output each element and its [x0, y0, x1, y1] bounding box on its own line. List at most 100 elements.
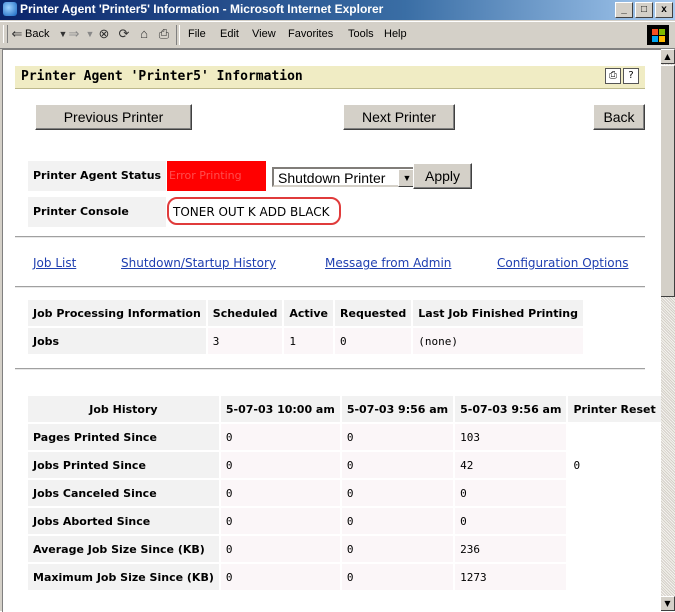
menu-help[interactable]: Help — [384, 28, 407, 40]
back-page-button[interactable]: Back — [593, 104, 645, 130]
minimize-button[interactable]: _ — [615, 2, 633, 18]
status-label: Printer Agent Status — [28, 161, 166, 191]
table-cell: 3 — [207, 328, 283, 354]
window-title: Printer Agent 'Printer5' Information - M… — [20, 2, 384, 16]
column-header: Scheduled — [207, 300, 283, 326]
back-arrow-icon[interactable]: ⇐ — [9, 26, 25, 42]
table-cell: 0 — [220, 452, 340, 478]
table-cell: 0 — [455, 480, 567, 506]
table-cell: 0 — [341, 480, 454, 506]
column-header: Printer Reset — [568, 396, 661, 422]
table-cell: 103 — [455, 424, 567, 450]
table-cell: 0 — [455, 508, 567, 534]
console-display: TONER OUT K ADD BLACK — [167, 197, 341, 225]
table-cell: 1 — [284, 328, 334, 354]
table-cell: 0 — [220, 424, 340, 450]
home-icon[interactable]: ⌂ — [136, 26, 152, 42]
shutdown-history-link[interactable]: Shutdown/Startup History — [121, 256, 276, 270]
previous-printer-button[interactable]: Previous Printer — [35, 104, 192, 130]
vertical-scrollbar[interactable]: ▲ ▼ — [660, 49, 675, 611]
next-printer-button[interactable]: Next Printer — [343, 104, 455, 130]
print-icon[interactable]: ⎙ — [156, 26, 172, 42]
row-label: Average Job Size Since (KB) — [28, 536, 219, 562]
table-header-row: Job History 5-07-03 10:00 am 5-07-03 9:5… — [28, 396, 661, 422]
stop-icon[interactable]: ⊗ — [96, 26, 112, 42]
column-header: Job History — [28, 396, 219, 422]
ie-icon — [3, 2, 17, 16]
row-label: Jobs Canceled Since — [28, 480, 219, 506]
divider — [15, 286, 645, 288]
table-row: Average Job Size Since (KB) 0 0 236 — [28, 536, 661, 562]
windows-logo-icon — [647, 25, 669, 45]
table-cell: 0 — [568, 452, 661, 478]
table-cell: 0 — [335, 328, 412, 354]
table-cell: 0 — [341, 564, 454, 590]
table-cell: 0 — [341, 508, 454, 534]
table-header-row: Job Processing Information Scheduled Act… — [28, 300, 583, 326]
menu-tools[interactable]: Tools — [348, 28, 374, 40]
table-cell: 236 — [455, 536, 567, 562]
message-admin-link[interactable]: Message from Admin — [325, 256, 451, 270]
table-cell — [568, 508, 661, 534]
close-button[interactable]: x — [655, 2, 673, 18]
toolbar-separator — [176, 25, 180, 45]
table-cell — [568, 536, 661, 562]
row-label: Maximum Job Size Since (KB) — [28, 564, 219, 590]
maximize-button[interactable]: □ — [635, 2, 653, 18]
browser-toolbar: ⇐ Back ▼ ⇒ ▼ ⊗ ⟳ ⌂ ⎙ File Edit View Favo… — [0, 21, 675, 49]
table-cell: 0 — [220, 564, 340, 590]
job-history-table: Job History 5-07-03 10:00 am 5-07-03 9:5… — [26, 394, 661, 592]
column-header: Job Processing Information — [28, 300, 206, 326]
table-cell — [568, 564, 661, 590]
column-header: 5-07-03 10:00 am — [220, 396, 340, 422]
status-badge: Error Printing — [167, 161, 266, 191]
back-button[interactable]: Back — [25, 28, 49, 40]
apply-button[interactable]: Apply — [413, 163, 472, 189]
printer-action-select[interactable]: Shutdown Printer ▼ — [272, 167, 418, 187]
help-icon[interactable]: ? — [623, 68, 639, 84]
row-label: Jobs Aborted Since — [28, 508, 219, 534]
menu-view[interactable]: View — [252, 28, 276, 40]
refresh-icon[interactable]: ⟳ — [116, 26, 132, 42]
row-label: Jobs Printed Since — [28, 452, 219, 478]
menu-edit[interactable]: Edit — [220, 28, 239, 40]
console-label: Printer Console — [28, 197, 166, 227]
table-cell: (none) — [413, 328, 583, 354]
configuration-options-link[interactable]: Configuration Options — [497, 256, 629, 270]
table-row: Jobs Printed Since 0 0 42 0 — [28, 452, 661, 478]
scroll-thumb[interactable] — [660, 65, 675, 297]
column-header: Active — [284, 300, 334, 326]
table-cell: 0 — [341, 536, 454, 562]
divider — [15, 368, 645, 370]
table-cell: 0 — [220, 508, 340, 534]
page-header: Printer Agent 'Printer5' Information ⎙ ? — [15, 66, 645, 89]
printer-action-value: Shutdown Printer — [278, 170, 386, 186]
table-row: Maximum Job Size Since (KB) 0 0 1273 — [28, 564, 661, 590]
row-label: Pages Printed Since — [28, 424, 219, 450]
column-header: Last Job Finished Printing — [413, 300, 583, 326]
table-cell — [568, 424, 661, 450]
job-list-link[interactable]: Job List — [33, 256, 76, 270]
row-label: Jobs — [28, 328, 206, 354]
table-cell: 1273 — [455, 564, 567, 590]
scroll-up-icon[interactable]: ▲ — [660, 49, 675, 64]
column-header: Requested — [335, 300, 412, 326]
menu-file[interactable]: File — [188, 28, 206, 40]
title-bar: Printer Agent 'Printer5' Information - M… — [0, 0, 675, 20]
column-header: 5-07-03 9:56 am — [341, 396, 454, 422]
divider — [15, 236, 645, 238]
page-title: Printer Agent 'Printer5' Information — [21, 69, 303, 84]
table-row: Pages Printed Since 0 0 103 — [28, 424, 661, 450]
printer-icon[interactable]: ⎙ — [605, 68, 621, 84]
table-cell: 0 — [220, 536, 340, 562]
table-row: Jobs Canceled Since 0 0 0 — [28, 480, 661, 506]
column-header: 5-07-03 9:56 am — [455, 396, 567, 422]
menu-favorites[interactable]: Favorites — [288, 28, 333, 40]
scroll-down-icon[interactable]: ▼ — [660, 596, 675, 611]
toolbar-grip — [3, 25, 8, 43]
forward-arrow-icon[interactable]: ⇒ — [66, 26, 82, 42]
job-processing-table: Job Processing Information Scheduled Act… — [26, 298, 585, 356]
table-cell: 0 — [341, 452, 454, 478]
table-cell: 42 — [455, 452, 567, 478]
browser-window: Printer Agent 'Printer5' Information - M… — [0, 0, 675, 612]
